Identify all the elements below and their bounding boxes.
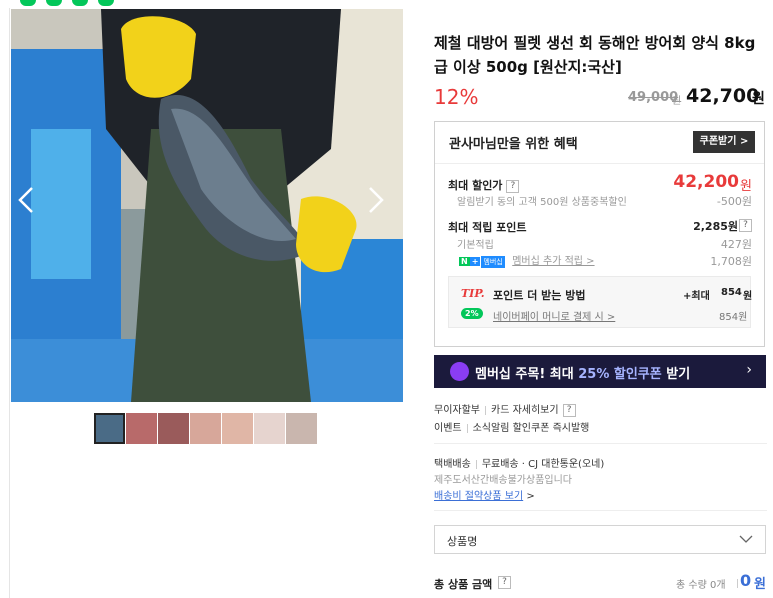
thumbnail-6[interactable]	[254, 413, 285, 444]
prev-image-button[interactable]	[12, 180, 42, 220]
max-discount-label: 최대 할인가	[448, 179, 503, 192]
top-badge-icon	[98, 0, 114, 6]
divider	[475, 459, 477, 469]
question-icon[interactable]: ?	[739, 219, 752, 232]
divider	[434, 443, 767, 444]
max-points-row: 최대 적립 포인트	[448, 219, 527, 235]
product-image	[11, 9, 403, 402]
divider	[435, 163, 764, 164]
banner-text-suffix: 받기	[661, 367, 691, 382]
installment-label: 무이자할부	[434, 405, 480, 416]
top-badge-icon	[46, 0, 62, 6]
basic-points-label: 기본적립	[457, 240, 494, 251]
membership-points-row[interactable]: N + 멤버십 멤버십 추가 적립 >	[459, 252, 595, 268]
naver-n-icon: N	[459, 257, 470, 266]
max-points-value: 2,285원	[693, 220, 738, 233]
banner-text-prefix: 멤버십 주목! 최대	[475, 367, 579, 382]
question-icon[interactable]: ?	[498, 576, 511, 589]
thumbnail-3[interactable]	[158, 413, 189, 444]
divider	[737, 579, 738, 588]
chevron-down-icon	[739, 535, 753, 543]
max-discount-unit: 원	[740, 179, 752, 194]
coupon-download-icon	[450, 362, 469, 381]
membership-points-link[interactable]: 멤버십 추가 적립 >	[512, 256, 594, 267]
top-badge-icon	[20, 0, 36, 6]
chevron-left-icon	[18, 187, 33, 213]
membership-badge: 멤버십	[481, 256, 505, 268]
tip-text: 포인트 더 받는 방법	[493, 289, 586, 302]
sale-price: 42,700	[686, 85, 760, 107]
tip-max: +최대	[683, 291, 710, 302]
naver-pay-value: 854원	[719, 312, 748, 323]
divider	[434, 510, 767, 511]
tip-max-value: 854	[721, 287, 742, 298]
divider	[466, 423, 468, 433]
event-row: 이벤트 소식알림 할인쿠폰 즉시발행	[434, 419, 589, 434]
benefit-heading: 관사마님만을 위한 혜택	[449, 137, 578, 152]
shipping-saving-link[interactable]: 배송비 절약상품 보기	[434, 491, 523, 502]
coupon-note: 알림받기 동의 고객 500원 상품중복할인	[457, 197, 627, 208]
delivery-info: 무료배송 · CJ 대한통운(오네)	[481, 459, 605, 470]
card-detail-link[interactable]: 카드 자세히보기	[491, 405, 559, 416]
thumbnail-7[interactable]	[286, 413, 317, 444]
membership-coupon-banner[interactable]: 멤버십 주목! 최대 25% 할인쿠폰 받기 ›	[434, 355, 766, 388]
chevron-right-icon	[369, 187, 384, 213]
naver-pay-link[interactable]: 네이버페이 머니로 결제 시 >	[493, 308, 615, 323]
tip-box: TIP. 포인트 더 받는 방법 +최대 854 원 2% 네이버페이 머니로 …	[448, 276, 753, 328]
tip-label: TIP.	[461, 287, 485, 300]
product-title: 제철 대방어 필렛 생선 회 동해안 방어회 양식 8kg급 이상 500g […	[434, 34, 756, 76]
question-icon[interactable]: ?	[562, 403, 576, 417]
discount-rate: 12%	[434, 85, 479, 109]
total-amount-unit: 원	[754, 577, 766, 592]
thumbnail-1[interactable]	[94, 413, 125, 444]
max-discount-row: 최대 할인가?	[448, 177, 520, 193]
sale-price-unit: 원	[752, 91, 765, 107]
total-label: 총 상품 금액	[434, 578, 493, 591]
total-quantity: 총 수량 0개	[676, 580, 726, 591]
option-select-placeholder: 상품명	[447, 535, 478, 548]
thumbnail-4[interactable]	[190, 413, 221, 444]
benefit-box: 관사마님만을 위한 혜택 쿠폰받기 > 최대 할인가? 42,200 원 알림받…	[434, 121, 765, 347]
coupon-note-value: -500원	[716, 195, 752, 208]
event-text: 소식알림 할인쿠폰 즉시발행	[472, 423, 590, 434]
chevron-right-icon: ›	[746, 362, 752, 378]
top-bar	[0, 0, 773, 8]
basic-points-value: 427원	[720, 238, 752, 251]
original-price: 49,000	[628, 90, 679, 105]
payment-row: 무이자할부 카드 자세히보기?	[434, 401, 576, 417]
delivery-notice: 제주도서산간배송불가상품입니다	[434, 475, 572, 486]
banner-text: 멤버십 주목! 최대 25% 할인쿠폰 받기	[475, 363, 690, 382]
banner-highlight: 25% 할인쿠폰	[578, 367, 662, 382]
top-badge-icon	[72, 0, 88, 6]
thumbnail-5[interactable]	[222, 413, 253, 444]
tip-max-unit: 원	[743, 291, 753, 302]
product-option-select[interactable]: 상품명	[434, 525, 766, 554]
coupon-button[interactable]: 쿠폰받기 >	[693, 131, 755, 153]
naver-pay-badge: 2%	[461, 308, 483, 319]
shipping-saving-row[interactable]: 배송비 절약상품 보기 >	[434, 487, 535, 502]
delivery-type: 택배배송	[434, 459, 471, 470]
membership-points-value: 1,708원	[710, 255, 752, 268]
thumbnail-2[interactable]	[126, 413, 157, 444]
delivery-row: 택배배송 무료배송 · CJ 대한통운(오네)	[434, 455, 604, 470]
divider	[9, 8, 10, 598]
plus-icon: +	[469, 257, 481, 266]
original-price-unit: 원	[672, 96, 682, 107]
next-image-button[interactable]	[360, 180, 390, 220]
divider	[485, 405, 486, 415]
max-points-label: 최대 적립 포인트	[448, 221, 527, 234]
thumbnail-strip	[94, 413, 317, 444]
chevron-right-icon: >	[526, 491, 535, 502]
total-amount: 0	[740, 571, 752, 590]
question-icon[interactable]: ?	[506, 179, 520, 193]
event-label: 이벤트	[434, 423, 462, 434]
max-discount-value: 42,200	[673, 172, 739, 192]
